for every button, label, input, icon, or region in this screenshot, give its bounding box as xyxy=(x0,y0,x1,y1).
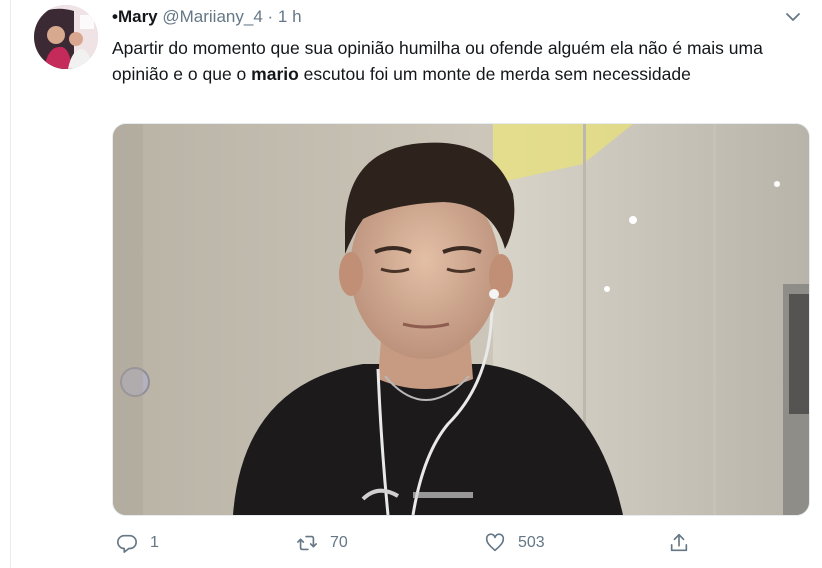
tweet-timestamp[interactable]: 1 h xyxy=(278,7,302,26)
share-button[interactable] xyxy=(668,528,690,558)
avatar-image xyxy=(34,5,98,69)
chevron-down-icon[interactable] xyxy=(784,10,802,24)
retweet-icon xyxy=(297,535,317,551)
like-count: 503 xyxy=(518,534,545,551)
retweet-count: 70 xyxy=(330,534,348,551)
share-icon xyxy=(670,533,688,552)
avatar[interactable] xyxy=(34,5,98,69)
reply-button[interactable]: 1 xyxy=(116,528,159,558)
tweet-actions: 1 70 503 xyxy=(112,528,712,558)
retweet-button[interactable]: 70 xyxy=(296,528,348,558)
tweet-text-end: escutou foi um monte de merda sem necess… xyxy=(298,64,691,84)
user-handle[interactable]: @Mariiany_4 xyxy=(162,7,262,26)
display-name[interactable]: •Mary xyxy=(112,7,158,26)
tweet-header: •Mary @Mariiany_4 · 1 h xyxy=(112,6,802,28)
video-frame xyxy=(113,124,809,515)
heart-icon xyxy=(485,533,505,552)
separator-dot: · xyxy=(267,7,274,26)
like-button[interactable]: 503 xyxy=(484,528,545,558)
reply-count: 1 xyxy=(150,534,159,551)
tweet-text-bold: mario xyxy=(251,64,299,84)
reply-icon xyxy=(117,534,137,553)
timeline-divider xyxy=(10,0,11,568)
tweet-text: Apartir do momento que sua opinião humil… xyxy=(112,35,802,87)
video-thumbnail[interactable] xyxy=(112,123,810,516)
